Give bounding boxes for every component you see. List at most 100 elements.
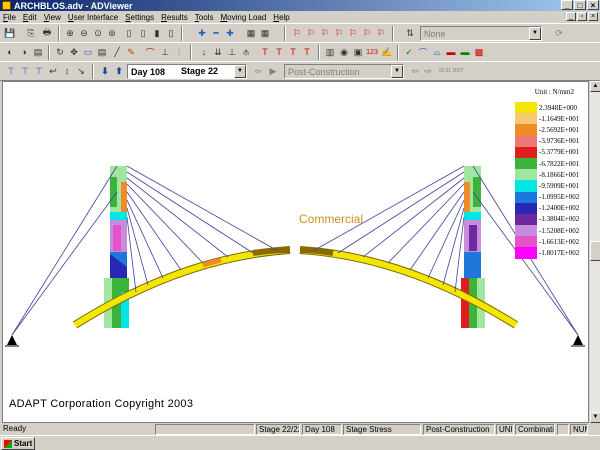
line-icon[interactable]: ╱	[110, 45, 124, 59]
select-element-icon[interactable]: ⚐	[304, 26, 318, 40]
arrow-up-icon[interactable]: ⬆	[112, 64, 126, 78]
rotate-icon[interactable]: ↻	[53, 45, 67, 59]
scroll-thumb[interactable]	[590, 241, 600, 261]
deformed-icon[interactable]: ✓	[402, 45, 416, 59]
chevron-down-icon[interactable]: ▼	[529, 27, 541, 40]
element-icon[interactable]: ▭	[81, 45, 95, 59]
moment-icon[interactable]: ⊥	[225, 45, 239, 59]
mdi-minimize-button[interactable]: _	[566, 12, 576, 21]
prev-icon[interactable]: ⇦	[408, 64, 422, 78]
menu-view[interactable]: View	[44, 13, 61, 22]
select-group-icon[interactable]: ⚐	[346, 26, 360, 40]
view-top-icon[interactable]: ▮	[150, 26, 164, 40]
reaction-icon[interactable]: ⌒	[416, 45, 430, 59]
construction-combo[interactable]: Post-Construction ▼	[284, 64, 404, 79]
menu-moving-load[interactable]: Moving Load	[220, 13, 266, 22]
close-button[interactable]: ×	[587, 0, 599, 10]
menu-settings[interactable]: Settings	[125, 13, 154, 22]
legend-label: -8.1866E+001	[539, 170, 580, 179]
stage-tool-2-icon[interactable]: ⊤	[18, 64, 32, 78]
chevron-down-icon[interactable]: ▼	[234, 65, 246, 78]
section4-icon[interactable]: T	[300, 45, 314, 59]
contour-icon[interactable]: ▬	[458, 45, 472, 59]
sort-icon[interactable]: ⇅	[403, 26, 417, 40]
shift-right-icon[interactable]: ✚	[223, 26, 237, 40]
mdi-close-button[interactable]: ×	[588, 12, 598, 21]
view-side-icon[interactable]: ▯	[136, 26, 150, 40]
pan-icon[interactable]: ✥	[67, 45, 81, 59]
zoom-fit-icon[interactable]: ⊚	[105, 26, 119, 40]
menu-user-interface[interactable]: User Interface	[68, 13, 118, 22]
force-icon[interactable]: ⌓	[430, 45, 444, 59]
print-icon[interactable]: 🖶	[40, 26, 54, 40]
select-node-icon[interactable]: ⚐	[290, 26, 304, 40]
start-button[interactable]: Start	[1, 437, 35, 450]
select-all-icon[interactable]: ⚐	[318, 26, 332, 40]
load-arrow-icon[interactable]: ↓	[197, 45, 211, 59]
material-icon[interactable]: ◉	[337, 45, 351, 59]
menu-edit[interactable]: Edit	[23, 13, 37, 22]
thickness-icon[interactable]: ▣	[351, 45, 365, 59]
stage-tool-6-icon[interactable]: ↘	[74, 64, 88, 78]
distributed-load-icon[interactable]: ⇊	[211, 45, 225, 59]
refresh-icon[interactable]: ⟳	[552, 26, 566, 40]
day-stage-combo[interactable]: Day 108 Stage 22 ▼	[127, 64, 247, 79]
section3-icon[interactable]: T	[286, 45, 300, 59]
chevron-down-icon[interactable]: ▼	[391, 65, 403, 78]
display-element-icon[interactable]: ▦	[258, 26, 272, 40]
section-icon[interactable]: T	[258, 45, 272, 59]
stress-icon[interactable]: ▬	[444, 45, 458, 59]
section2-icon[interactable]: T	[272, 45, 286, 59]
mdi-restore-button[interactable]: ▫	[577, 12, 587, 21]
day-value: Day 108	[131, 66, 166, 77]
unselect-icon[interactable]: ⚐	[332, 26, 346, 40]
stage-tool-5-icon[interactable]: ↕	[60, 64, 74, 78]
table-icon[interactable]: ▥	[323, 45, 337, 59]
hide-icon[interactable]: ◑	[17, 45, 31, 59]
animation-icon[interactable]: ▩	[472, 45, 486, 59]
menu-help[interactable]: Help	[273, 13, 289, 22]
shift-center-icon[interactable]: ━	[209, 26, 223, 40]
zoom-previous-icon[interactable]: ◐	[3, 45, 17, 59]
scroll-up-icon[interactable]: ▲	[590, 81, 600, 92]
zoom-out-icon[interactable]: ⊖	[77, 26, 91, 40]
copy-icon[interactable]: ⎘	[24, 26, 38, 40]
back-arrow-icon[interactable]: ⇦	[251, 64, 265, 78]
arch-icon[interactable]: ⌒	[143, 45, 157, 59]
save-icon[interactable]: 💾	[3, 26, 17, 40]
vertical-scrollbar[interactable]: ▲ ▼	[589, 81, 600, 423]
spring-icon[interactable]: ⫶	[172, 45, 186, 59]
zoom-window-icon[interactable]: ⊙	[91, 26, 105, 40]
shift-left-icon[interactable]: ✚	[195, 26, 209, 40]
menu-file[interactable]: File	[3, 13, 16, 22]
stage-tool-1-icon[interactable]: ⊤	[4, 64, 18, 78]
view-front-icon[interactable]: ▯	[122, 26, 136, 40]
next-icon[interactable]: ⇨	[421, 64, 435, 78]
view-iso-icon[interactable]: ▯	[164, 26, 178, 40]
hidden-line-icon[interactable]: ▤	[95, 45, 109, 59]
menu-bar: File Edit View User Interface Settings R…	[0, 11, 600, 23]
model-view[interactable]: Commercial ADAPT Corporation Copyright 2…	[2, 81, 589, 423]
play-icon[interactable]: ▶	[266, 64, 280, 78]
maximize-button[interactable]: □	[574, 0, 586, 10]
select-box-icon[interactable]: ⚐	[374, 26, 388, 40]
select-query-icon[interactable]: ⚐	[360, 26, 374, 40]
zoom-in-icon[interactable]: ⊕	[63, 26, 77, 40]
support-icon[interactable]: ⊥	[158, 45, 172, 59]
menu-results[interactable]: Results	[161, 13, 188, 22]
stage-tool-4-icon[interactable]: ↩	[46, 64, 60, 78]
none-combo[interactable]: None ▼	[420, 26, 542, 41]
menu-tools[interactable]: Tools	[195, 13, 214, 22]
bridge-drawing	[5, 165, 585, 347]
minimize-button[interactable]: _	[561, 0, 573, 10]
numbering-icon[interactable]: 123	[365, 45, 379, 59]
display-node-icon[interactable]: ▦	[244, 26, 258, 40]
stage-tool-3-icon[interactable]: ⊤	[32, 64, 46, 78]
settlement-icon[interactable]: ⫛	[239, 45, 253, 59]
scroll-down-icon[interactable]: ▼	[590, 412, 600, 423]
arrow-down-icon[interactable]: ⬇	[98, 64, 112, 78]
legend-swatch	[515, 225, 537, 237]
render-icon[interactable]: ▤	[31, 45, 45, 59]
draw-icon[interactable]: ✎	[124, 45, 138, 59]
edit-icon[interactable]: ✍	[380, 45, 394, 59]
